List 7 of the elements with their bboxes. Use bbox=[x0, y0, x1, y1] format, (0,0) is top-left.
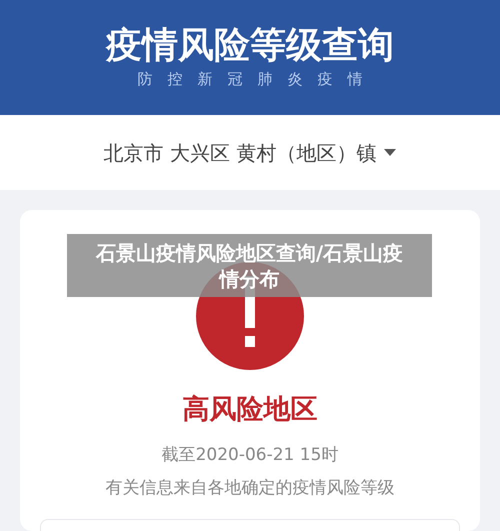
source-note: 有关信息来自各地确定的疫情风险等级 bbox=[106, 477, 394, 500]
caption-text: 石景山疫情风险地区查询/石景山疫情分布 bbox=[94, 240, 404, 292]
update-time: 截至2020-06-21 15时 bbox=[162, 444, 338, 466]
location-dropdown[interactable]: 北京市 大兴区 黄村（地区）镇 bbox=[104, 138, 396, 168]
risk-level: 高风险地区 bbox=[182, 393, 318, 427]
page-subtitle: 防控新冠肺炎疫情 bbox=[136, 72, 378, 87]
page-title: 疫情风险等级查询 bbox=[106, 28, 394, 64]
